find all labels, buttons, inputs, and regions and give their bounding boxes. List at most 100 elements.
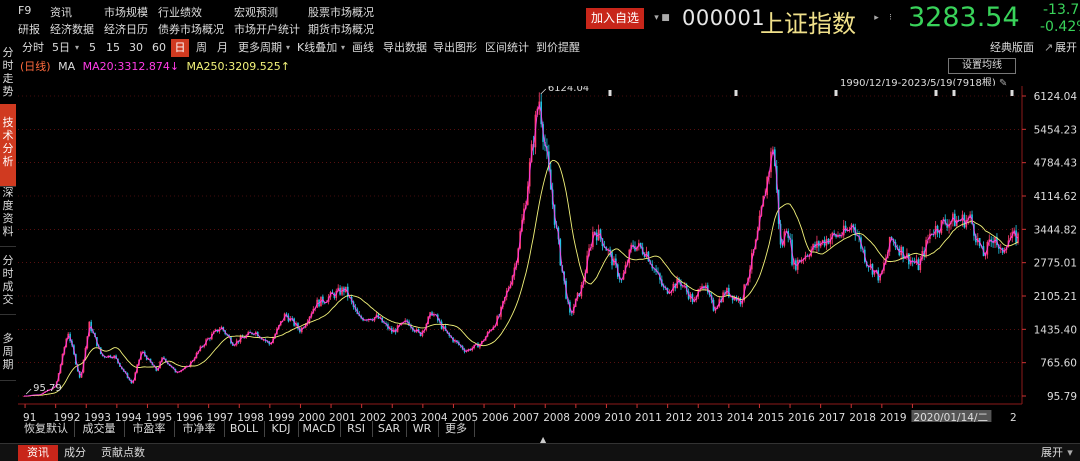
menu-item-economic-calendar[interactable]: 经济日历	[104, 21, 148, 37]
chevron-down-icon[interactable]: ▾	[75, 39, 79, 57]
menu-item-market-size[interactable]: 市场规模	[104, 4, 148, 20]
tool-more-periods[interactable]: 更多周期	[238, 39, 282, 57]
next-arrow-icon[interactable]: ▸	[872, 13, 881, 24]
indicator-tabs: 恢复默认 成交量 市盈率 市净率 BOLL KDJ MACD RSI SAR W…	[18, 421, 498, 437]
btab-constituents[interactable]: 成分	[58, 445, 92, 461]
bottom-expand-link[interactable]: 展开	[1040, 445, 1064, 461]
event-marker	[834, 90, 838, 96]
x-tick-label: 2010	[604, 412, 631, 422]
sidetab-intraday-label: 分时走势	[2, 46, 14, 98]
y-tick-label: 4114.62	[1034, 191, 1077, 203]
x-tick-label: 2018	[849, 412, 876, 422]
tool-weekly[interactable]: 周	[196, 39, 207, 57]
chevron-down-icon[interactable]: ▾	[1064, 445, 1076, 461]
event-marker	[1010, 90, 1014, 96]
tool-5day[interactable]: 5日	[52, 39, 70, 57]
menu-item-industry-performance[interactable]: 行业绩效	[158, 4, 202, 20]
tool-15min[interactable]: 15	[106, 39, 120, 57]
menu-item-f9[interactable]: F9	[18, 4, 31, 17]
x-tick-label: 2009	[574, 412, 601, 422]
menu-item-stock-market-overview[interactable]: 股票市场概况	[308, 4, 374, 20]
menu-item-news[interactable]: 资讯	[50, 4, 72, 20]
tool-daily[interactable]: 日	[171, 39, 189, 57]
ind-reset-default[interactable]: 恢复默认	[18, 421, 75, 437]
sidetab-multi-period-label: 多周期	[2, 332, 14, 371]
expand-arrow-icon[interactable]: ↗	[1044, 39, 1053, 57]
y-tick-label: 4784.43	[1034, 158, 1077, 170]
sidetab-trades-label: 分时成交	[2, 254, 14, 306]
event-marker	[608, 90, 612, 96]
stock-name: 上证指数	[760, 10, 856, 38]
ind-volume[interactable]: 成交量	[74, 421, 125, 437]
btab-contribution[interactable]: 贡献点数	[94, 445, 152, 461]
x-tick-label: 2012	[666, 412, 693, 422]
x-tick-label: 2017	[819, 412, 846, 422]
y-tick-label: 5454.23	[1034, 124, 1077, 136]
menu-item-macro-forecast[interactable]: 宏观预测	[234, 4, 278, 20]
chevron-down-icon[interactable]: ▾	[341, 39, 345, 57]
menu-item-account-statistics[interactable]: 市场开户统计	[234, 21, 300, 37]
legend-ma20: MA20:3312.874↓	[82, 60, 180, 73]
expand-link[interactable]: 展开	[1055, 39, 1077, 57]
dropdown-arrow-icon[interactable]: ▾	[652, 13, 661, 24]
x-tick-label: 2013	[696, 412, 723, 422]
tool-draw-line[interactable]: 画线	[352, 39, 374, 57]
ind-boll[interactable]: BOLL	[224, 421, 265, 437]
sidetab-technical[interactable]: 技术分析	[0, 104, 16, 187]
price-change: -13.78	[1043, 2, 1080, 18]
price-change-percent: -0.42%	[1040, 19, 1080, 35]
legend-ma250: MA250:3209.525↑	[186, 60, 290, 73]
ma-settings-button[interactable]: 设置均线	[948, 58, 1016, 74]
tool-price-alert[interactable]: 到价提醒	[536, 39, 580, 57]
stop-square-icon[interactable]: ■	[661, 13, 670, 24]
ind-macd[interactable]: MACD	[298, 421, 341, 437]
event-marker	[952, 90, 956, 96]
sidetab-trades[interactable]: 分时成交	[0, 250, 16, 315]
y-tick-label: 2775.01	[1034, 258, 1077, 270]
ind-kdj[interactable]: KDJ	[264, 421, 299, 437]
ind-pe[interactable]: 市盈率	[124, 421, 175, 437]
stock-code: 000001	[682, 6, 766, 30]
tool-intraday[interactable]: 分时	[22, 39, 44, 57]
annotation-label: 6124.04	[548, 86, 589, 94]
x-tick-label: 2014	[727, 412, 754, 422]
sidetab-technical-label: 技术分析	[2, 116, 14, 168]
sidetab-multi-period[interactable]: 多周期	[0, 328, 16, 381]
period-toolbar: 分时 5日 ▾ 5 15 30 60 日 周 月 更多周期 ▾ K线叠加 ▾ 画…	[18, 39, 1080, 57]
ind-pb[interactable]: 市净率	[174, 421, 225, 437]
y-tick-label: 1435.40	[1034, 324, 1077, 336]
sidetab-profile[interactable]: 深度资料	[0, 182, 16, 247]
x-tick-label: 2011	[635, 412, 662, 422]
tool-30min[interactable]: 30	[129, 39, 143, 57]
btab-news[interactable]: 资讯	[18, 445, 58, 461]
tool-kline-overlay[interactable]: K线叠加	[297, 39, 337, 57]
x-tick-label: 2007	[513, 412, 540, 422]
ind-more[interactable]: 更多	[438, 421, 475, 437]
menu-item-economic-data[interactable]: 经济数据	[50, 21, 94, 37]
classic-layout-link[interactable]: 经典版面	[990, 39, 1034, 57]
tool-export-chart[interactable]: 导出图形	[433, 39, 477, 57]
chevron-down-icon[interactable]: ▾	[286, 39, 290, 57]
tool-5min[interactable]: 5	[89, 39, 96, 57]
ind-wr[interactable]: WR	[406, 421, 439, 437]
ind-rsi[interactable]: RSI	[340, 421, 373, 437]
menu-item-bond-market-overview[interactable]: 债券市场概况	[158, 21, 224, 37]
more-dots-icon[interactable]: ⁝	[886, 13, 895, 24]
legend-ma: MA	[58, 60, 76, 73]
add-to-watchlist-button[interactable]: 加入自选	[586, 8, 644, 29]
x-tick-label: 2	[1010, 412, 1017, 422]
menu-item-futures-market-overview[interactable]: 期货市场概况	[308, 21, 374, 37]
x-tick-label: 2015	[757, 412, 784, 422]
tool-60min[interactable]: 60	[152, 39, 166, 57]
tool-range-statistics[interactable]: 区间统计	[485, 39, 529, 57]
kline-chart[interactable]: 6124.04 5454.23 4784.43 4114.62 3444.82 2775.…	[18, 86, 1080, 422]
x-tick-label: 2016	[788, 412, 815, 422]
tool-export-data[interactable]: 导出数据	[383, 39, 427, 57]
sidetab-intraday[interactable]: 分时走势	[0, 42, 16, 105]
tool-monthly[interactable]: 月	[217, 39, 228, 57]
y-tick-label: 765.60	[1040, 358, 1077, 370]
menu-item-research[interactable]: 研报	[18, 21, 40, 37]
sidetab-profile-label: 深度资料	[2, 186, 14, 238]
ind-sar[interactable]: SAR	[372, 421, 407, 437]
y-tick-label: 6124.04	[1034, 91, 1078, 103]
